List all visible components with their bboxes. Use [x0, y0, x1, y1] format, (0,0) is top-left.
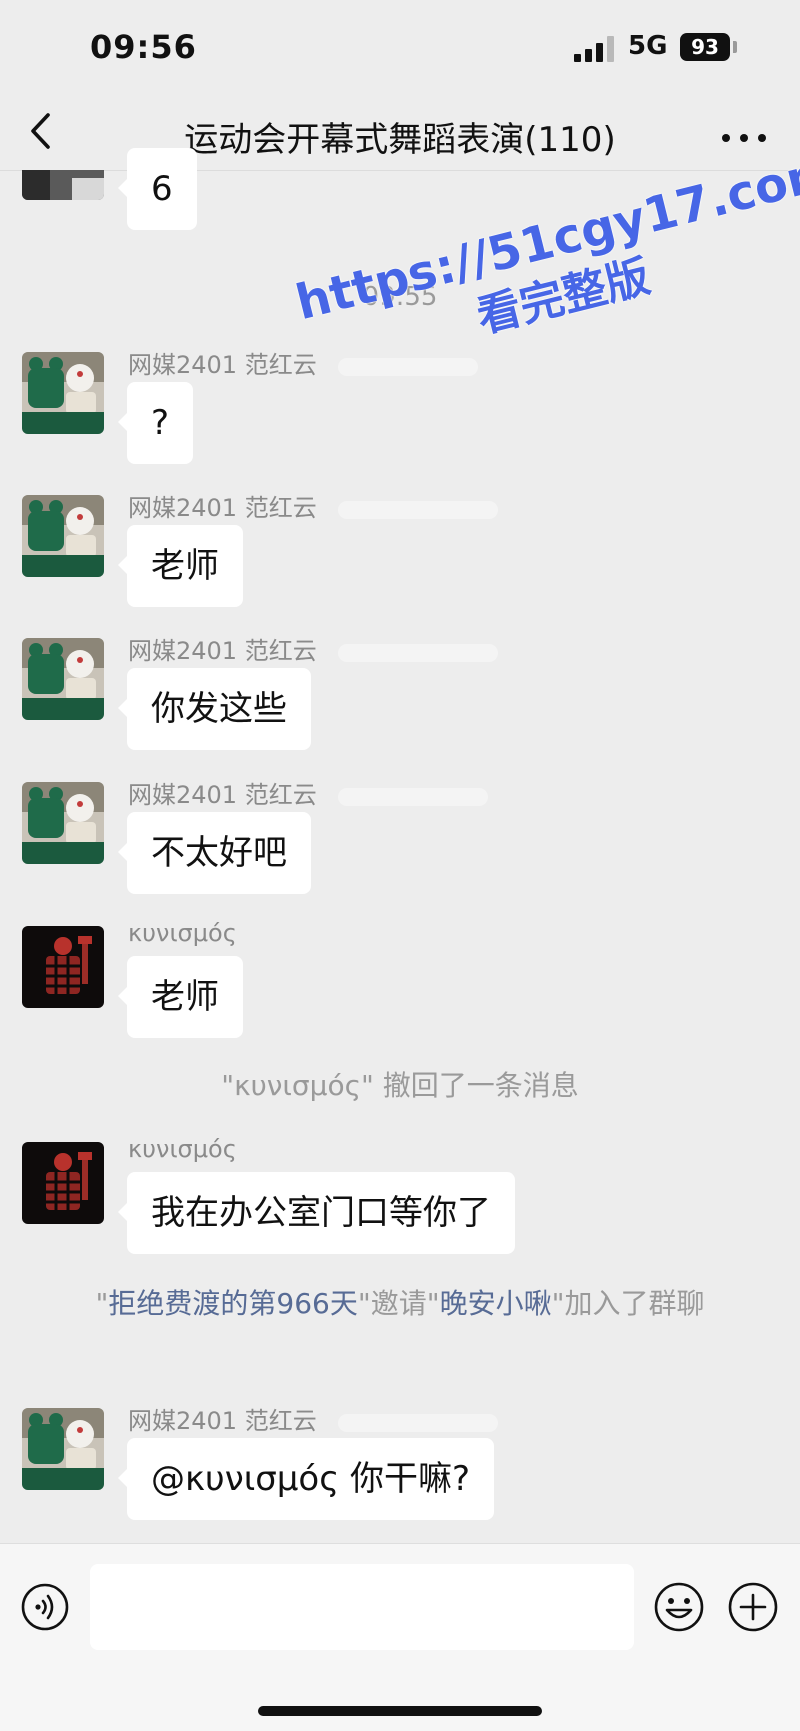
signal-icon	[574, 34, 616, 62]
message-bubble[interactable]: 你发这些	[118, 668, 311, 750]
message-bubble[interactable]: 不太好吧	[118, 812, 311, 894]
message-bubble[interactable]: 老师	[118, 525, 243, 607]
sender-name: κυνισμός	[128, 919, 237, 947]
plus-icon[interactable]	[726, 1580, 780, 1634]
input-bar	[0, 1543, 800, 1731]
message-bubble[interactable]: @κυνισμός 你干嘛?	[118, 1438, 494, 1520]
sender-name: 网媒2401 范红云	[128, 781, 317, 809]
invite-mid: "邀请"	[357, 1287, 440, 1320]
watermark: https://51cgy17.com 看完整版	[290, 143, 800, 387]
chat-header: 运动会开幕式舞蹈表演(110)	[0, 100, 800, 171]
voice-icon[interactable]	[20, 1582, 70, 1632]
avatar[interactable]	[22, 782, 104, 864]
avatar[interactable]	[22, 352, 104, 434]
home-indicator[interactable]	[258, 1706, 542, 1716]
chat-title: 运动会开幕式舞蹈表演(110)	[184, 120, 616, 160]
invite-quote: "	[95, 1287, 109, 1320]
more-icon[interactable]	[716, 118, 772, 154]
avatar[interactable]	[22, 1142, 104, 1224]
message-input[interactable]	[90, 1564, 634, 1650]
system-message-invite: "拒绝费渡的第966天"邀请"晚安小啾"加入了群聊	[60, 1280, 740, 1328]
battery-tip	[733, 41, 737, 53]
sender-name: κυνισμός	[128, 1135, 237, 1163]
status-bar: 09:56 5G 93	[0, 0, 800, 100]
avatar[interactable]	[22, 926, 104, 1008]
avatar[interactable]	[22, 495, 104, 577]
avatar[interactable]	[22, 1408, 104, 1490]
message-bubble[interactable]: 我在办公室门口等你了	[118, 1172, 515, 1254]
sender-name: 网媒2401 范红云	[128, 494, 317, 522]
system-message-recall: "κυνισμός" 撤回了一条消息	[221, 1069, 579, 1102]
invite-tail: "加入了群聊	[551, 1287, 705, 1320]
avatar[interactable]	[22, 638, 104, 720]
message-bubble[interactable]: 6	[118, 148, 197, 230]
status-time: 09:56	[90, 28, 197, 66]
message-bubble[interactable]: 老师	[118, 956, 243, 1038]
inviter-name[interactable]: 拒绝费渡的第966天	[108, 1287, 357, 1320]
battery-icon: 93	[680, 33, 730, 61]
sender-name: 网媒2401 范红云	[128, 1407, 317, 1435]
network-label: 5G	[628, 31, 668, 61]
sender-name: 网媒2401 范红云	[128, 351, 317, 379]
message-bubble[interactable]: ?	[117, 382, 194, 464]
avatar[interactable]	[22, 170, 104, 200]
emoji-icon[interactable]	[652, 1580, 706, 1634]
invitee-name[interactable]: 晚安小啾	[440, 1287, 552, 1320]
sender-name: 网媒2401 范红云	[128, 637, 317, 665]
